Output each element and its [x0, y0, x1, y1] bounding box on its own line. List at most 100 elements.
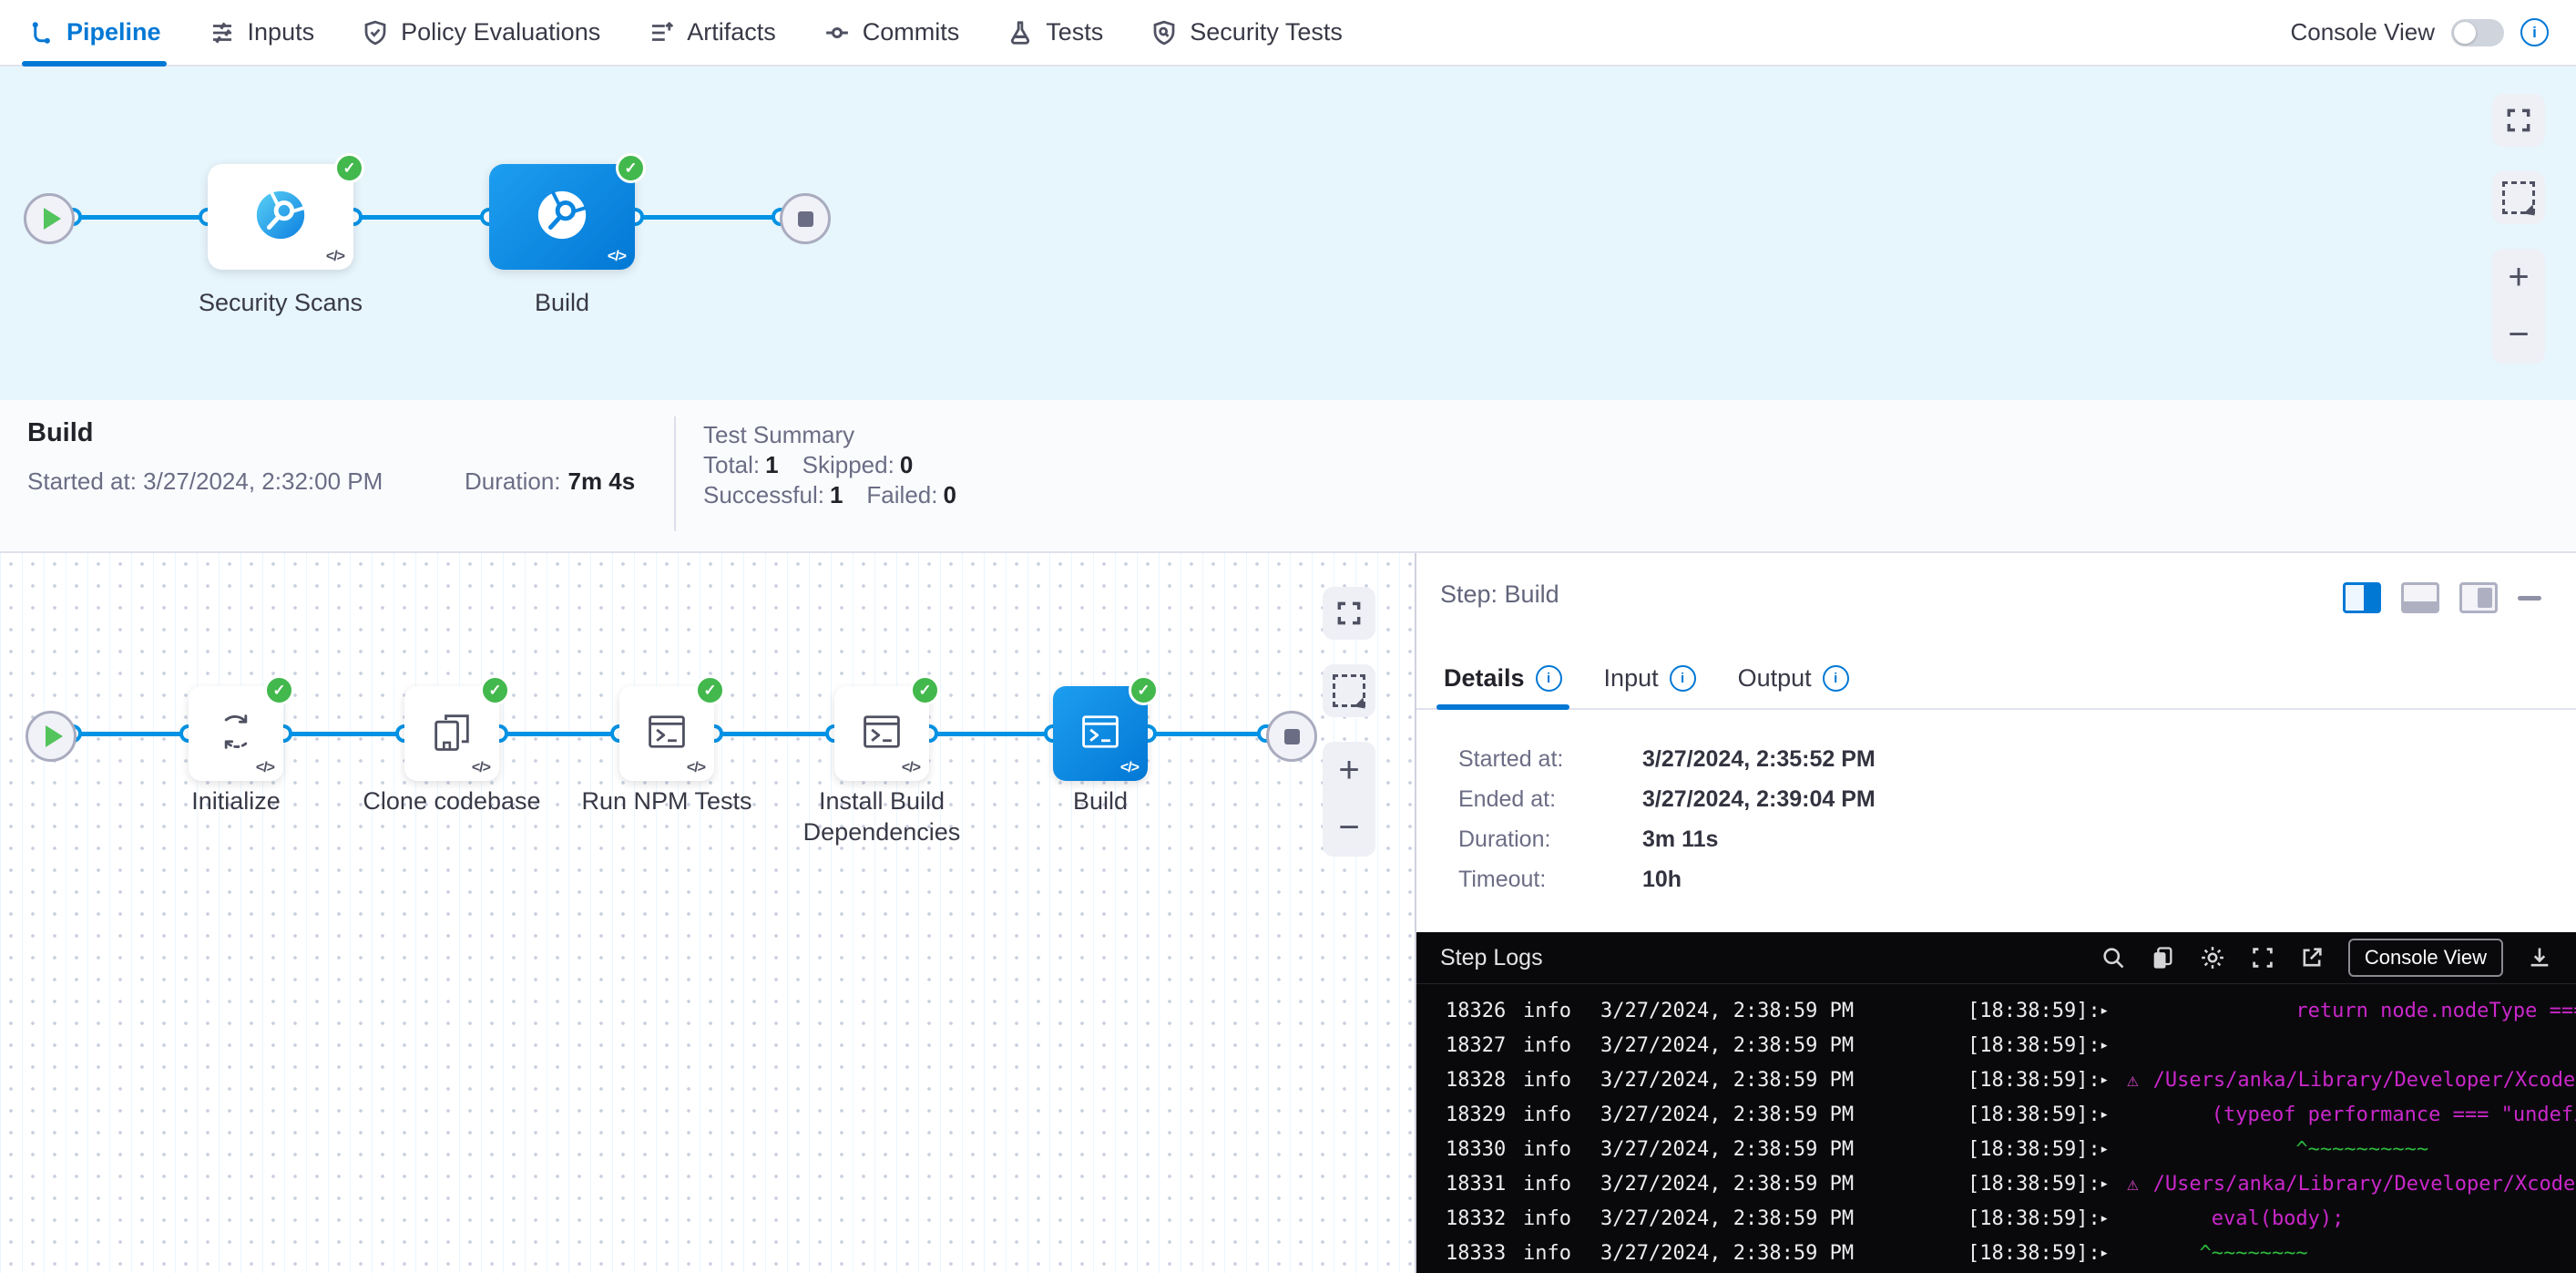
tab-policy-evaluations[interactable]: Policy Evaluations — [362, 0, 600, 65]
download-logs-icon[interactable] — [2527, 945, 2552, 970]
stage-title: Build — [27, 418, 94, 448]
tab-commits[interactable]: Commits — [823, 0, 960, 65]
tab-pipeline[interactable]: Pipeline — [27, 0, 161, 65]
fullscreen-button[interactable] — [1323, 587, 1375, 640]
log-level: info — [1523, 1207, 1600, 1230]
log-level: info — [1523, 1138, 1600, 1161]
inputs-icon — [209, 19, 236, 46]
success-badge: ✓ — [1129, 675, 1159, 705]
warning-icon: ⚠ — [2127, 1173, 2139, 1195]
step-node-run-npm-tests[interactable]: ✓ </> — [619, 686, 714, 781]
tab-input[interactable]: Input i — [1604, 648, 1696, 708]
zoom-in-button[interactable]: + — [1323, 742, 1375, 799]
step-node-install-build-dependencies[interactable]: ✓ </> — [834, 686, 929, 781]
code-template-icon: </> — [608, 249, 626, 265]
expand-row-icon[interactable]: ▸ — [2100, 1244, 2118, 1262]
tab-artifacts[interactable]: Artifacts — [648, 0, 776, 65]
console-view-toggle[interactable] — [2451, 19, 2504, 46]
info-icon[interactable]: i — [1823, 665, 1849, 692]
step-node-initialize[interactable]: ✓ </> — [189, 686, 283, 781]
detail-label: Started at: — [1458, 746, 1563, 773]
log-date: 3/27/2024, 2:38:59 PM — [1600, 1207, 1968, 1230]
expand-row-icon[interactable]: ▸ — [2100, 1001, 2118, 1020]
started-at-text: Started at: 3/27/2024, 2:32:00 PM — [27, 467, 383, 496]
log-date: 3/27/2024, 2:38:59 PM — [1600, 1034, 1968, 1057]
step-label[interactable]: Initialize — [191, 785, 281, 816]
log-settings-gear-icon[interactable] — [2199, 944, 2226, 971]
stage-label[interactable]: Security Scans — [199, 287, 363, 318]
stage-label[interactable]: Build — [535, 287, 589, 318]
log-line[interactable]: 18331 info 3/27/2024, 2:38:59 PM [18:38:… — [1416, 1166, 2576, 1201]
step-label[interactable]: Clone codebase — [363, 785, 540, 816]
expand-row-icon[interactable]: ▸ — [2100, 1071, 2118, 1089]
check-icon: ✓ — [1137, 682, 1150, 700]
tab-inputs[interactable]: Inputs — [209, 0, 315, 65]
tab-tests[interactable]: Tests — [1007, 0, 1103, 65]
layout-bottom-panel-button[interactable] — [2401, 582, 2439, 613]
security-shield-icon — [1150, 19, 1178, 46]
console-view-button[interactable]: Console View — [2348, 939, 2503, 977]
log-line[interactable]: 18330 info 3/27/2024, 2:38:59 PM [18:38:… — [1416, 1132, 2576, 1166]
expand-row-icon[interactable]: ▸ — [2100, 1036, 2118, 1054]
tab-tests-label: Tests — [1046, 18, 1103, 46]
log-line-number: 18330 — [1446, 1138, 1523, 1161]
step-label[interactable]: Install Build Dependencies — [768, 785, 996, 847]
log-level: info — [1523, 1000, 1600, 1022]
steps-start-node[interactable] — [26, 711, 77, 762]
log-message: ^~~~~~~~~~~ — [2127, 1138, 2576, 1161]
search-logs-icon[interactable] — [2101, 945, 2126, 970]
fullscreen-button[interactable] — [2492, 94, 2545, 147]
expand-row-icon[interactable]: ▸ — [2100, 1105, 2118, 1124]
selection-mode-button[interactable] — [1323, 664, 1375, 717]
code-template-icon: </> — [1120, 760, 1139, 776]
zoom-out-button[interactable]: − — [2492, 306, 2545, 364]
stage-node-build[interactable]: ✓ </> — [489, 164, 635, 270]
step-node-build[interactable]: ✓ </> — [1053, 686, 1148, 781]
pipeline-start-node[interactable] — [24, 193, 75, 244]
minimize-panel-button[interactable] — [2518, 596, 2541, 601]
steps-end-node[interactable] — [1266, 711, 1317, 762]
stage-node-security-scans[interactable]: ✓ </> — [208, 164, 353, 270]
step-node-clone-codebase[interactable]: ✓ </> — [404, 686, 499, 781]
tab-security-tests-label: Security Tests — [1190, 18, 1343, 46]
connector-line — [73, 215, 208, 220]
toggle-knob — [2454, 22, 2476, 44]
expand-row-icon[interactable]: ▸ — [2100, 1140, 2118, 1158]
terminal-icon — [643, 708, 690, 760]
log-line-number: 18328 — [1446, 1069, 1523, 1092]
zoom-out-button[interactable]: − — [1323, 799, 1375, 857]
info-icon[interactable]: i — [2520, 18, 2549, 46]
pipeline-end-node[interactable] — [780, 193, 831, 244]
tab-output[interactable]: Output i — [1738, 648, 1849, 708]
step-logs-header: Step Logs — [1416, 932, 2576, 984]
total-value: 1 — [765, 451, 778, 478]
log-line[interactable]: 18328 info 3/27/2024, 2:38:59 PM [18:38:… — [1416, 1063, 2576, 1097]
log-line[interactable]: 18332 info 3/27/2024, 2:38:59 PM [18:38:… — [1416, 1201, 2576, 1236]
check-icon: ✓ — [272, 682, 285, 700]
step-pipeline-canvas[interactable]: ✓ </> Initialize ✓ </> Clone codebase — [0, 553, 1415, 1273]
artifacts-icon — [648, 19, 675, 46]
log-line[interactable]: 18329 info 3/27/2024, 2:38:59 PM [18:38:… — [1416, 1097, 2576, 1132]
step-label[interactable]: Build — [1073, 785, 1128, 816]
info-icon[interactable]: i — [1670, 665, 1696, 692]
tab-details[interactable]: Details i — [1444, 648, 1562, 708]
stage-pipeline-canvas[interactable]: ✓ </> Security Scans ✓ </> Build — [0, 67, 2576, 400]
log-line[interactable]: 18333 info 3/27/2024, 2:38:59 PM [18:38:… — [1416, 1236, 2576, 1270]
skipped-value: 0 — [900, 451, 913, 478]
step-label[interactable]: Run NPM Tests — [581, 785, 751, 816]
expand-row-icon[interactable]: ▸ — [2100, 1209, 2118, 1227]
log-line[interactable]: 18326 info 3/27/2024, 2:38:59 PM [18:38:… — [1416, 993, 2576, 1028]
info-icon[interactable]: i — [1536, 665, 1562, 692]
tab-security-tests[interactable]: Security Tests — [1150, 0, 1343, 65]
expand-logs-icon[interactable] — [2250, 945, 2275, 970]
tab-policy-evaluations-label: Policy Evaluations — [401, 18, 600, 46]
open-in-new-icon[interactable] — [2299, 945, 2325, 970]
zoom-in-button[interactable]: + — [2492, 249, 2545, 306]
log-line[interactable]: 18327 info 3/27/2024, 2:38:59 PM [18:38:… — [1416, 1028, 2576, 1063]
expand-row-icon[interactable]: ▸ — [2100, 1175, 2118, 1193]
layout-right-panel-button[interactable] — [2343, 582, 2381, 613]
selection-mode-button[interactable] — [2492, 171, 2545, 224]
layout-floating-panel-button[interactable] — [2459, 582, 2498, 613]
success-badge: ✓ — [695, 675, 725, 705]
copy-logs-icon[interactable] — [2150, 945, 2175, 970]
